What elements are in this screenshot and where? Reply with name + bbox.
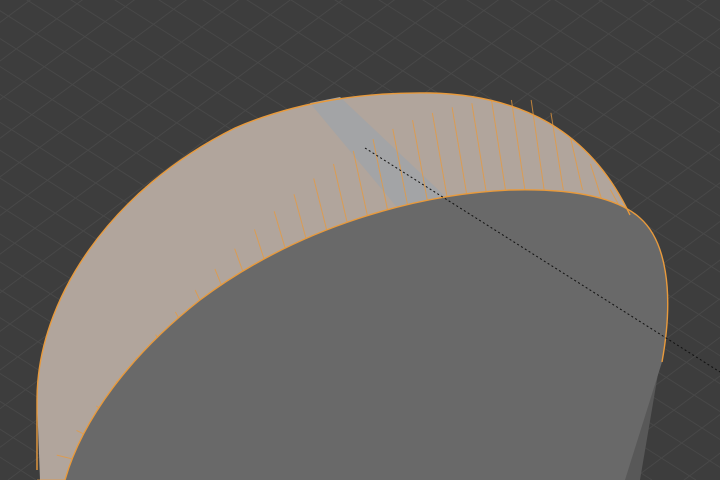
3d-viewport[interactable] [0,0,720,480]
viewport-canvas[interactable] [0,0,720,480]
